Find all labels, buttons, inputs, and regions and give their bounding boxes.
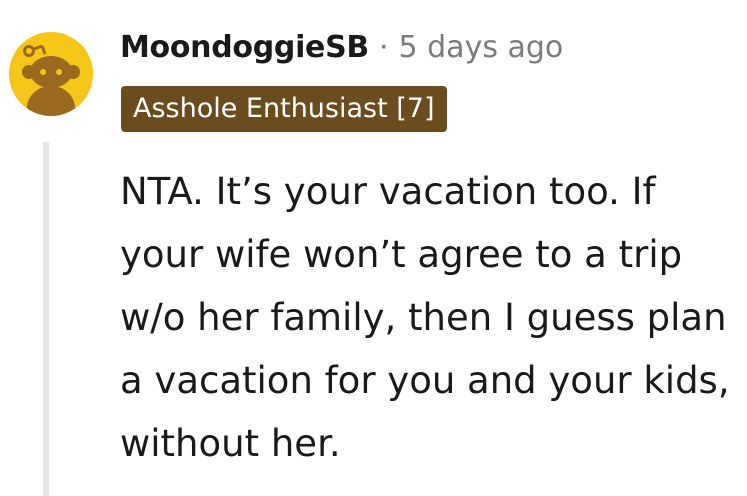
user-flair-badge: Asshole Enthusiast [7] [121, 86, 447, 132]
thread-collapse-line[interactable] [43, 142, 49, 496]
username-link[interactable]: MoondoggieSB [120, 30, 369, 65]
comment: MoondoggieSB · 5 days ago Asshole Enthus… [0, 0, 747, 496]
comment-body: NTA. It’s your vacation too. If your wif… [120, 170, 730, 465]
meta-separator: · [378, 29, 389, 65]
avatar[interactable] [9, 32, 93, 116]
comment-header: MoondoggieSB · 5 days ago [120, 24, 563, 70]
snoo-avatar-icon [22, 44, 80, 116]
timestamp-link[interactable]: 5 days ago [399, 30, 564, 65]
